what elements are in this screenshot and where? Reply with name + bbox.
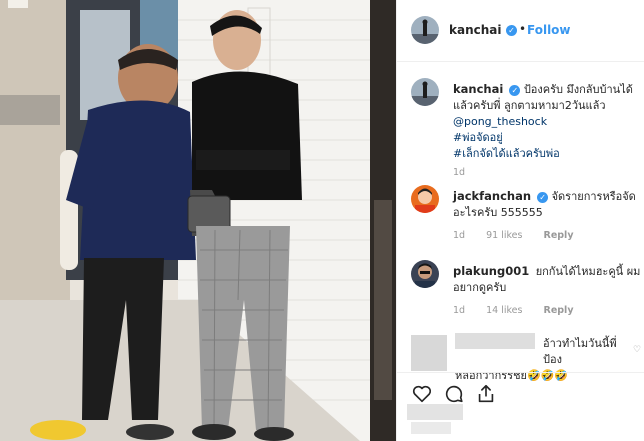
comment-meta: 1d 91 likes Reply: [453, 230, 592, 241]
share-icon: [478, 384, 494, 403]
post-caption: kanchai ✓ ป้องครับ มึงกลับบ้านได้แล้วครับ…: [411, 78, 639, 178]
post-image: [0, 0, 396, 441]
plakung001-avatar[interactable]: [411, 260, 439, 288]
blurred-likes-count: [407, 404, 463, 420]
reply-button[interactable]: Reply: [544, 230, 574, 241]
post-photo: [0, 0, 396, 441]
caption-mention-link[interactable]: @pong_theshock: [453, 114, 643, 130]
comment-likes[interactable]: 14 likes: [486, 305, 522, 316]
kanchai-avatar[interactable]: [411, 16, 439, 44]
heart-icon: [412, 385, 432, 403]
comment-timestamp: 1d: [453, 305, 466, 316]
share-icon[interactable]: [475, 383, 497, 405]
profile-avatar-icon: [411, 16, 439, 44]
comment-item: jackfanchan ✓ จัดรายการหรือจัดอะไรครับ 55…: [411, 185, 639, 245]
comment-text-block: jackfanchan ✓ จัดรายการหรือจัดอะไรครับ 55…: [453, 188, 643, 221]
verified-badge-icon: ✓: [506, 25, 517, 36]
caption-username[interactable]: kanchai: [453, 82, 503, 96]
hashtag-link-2[interactable]: #เล็กจัดได้แล้วครับพ่อ: [453, 146, 643, 162]
header-separator: •: [519, 22, 527, 36]
blurred-avatar: [411, 335, 447, 371]
comment-like-heart-icon[interactable]: ♡: [633, 345, 643, 355]
man-avatar-icon: [411, 260, 439, 288]
verified-badge-icon: ✓: [509, 84, 521, 96]
comment-item: อ้าวทำไมวันนี้พี่ป้อง หลอกวากรรชย🤣🤣🤣 ♡: [411, 333, 641, 382]
profile-avatar-icon: [411, 78, 439, 106]
caption-meta: 1d: [453, 167, 483, 178]
caption-avatar[interactable]: [411, 78, 439, 106]
reply-button[interactable]: Reply: [544, 305, 574, 316]
hashtag-link-1[interactable]: #พ่อจัดอยู่: [453, 130, 643, 146]
post-header: kanchai ✓ • Follow: [397, 0, 644, 62]
heart-icon[interactable]: [411, 383, 433, 405]
comment-username[interactable]: plakung001: [453, 264, 529, 278]
caption-timestamp: 1d: [453, 167, 466, 178]
comment-text-line-1: อ้าวทำไมวันนี้พี่ป้อง: [543, 337, 617, 366]
jackfanchan-avatar[interactable]: [411, 185, 439, 213]
comment-text-block: plakung001 ยกกันได้ไหมฮะคูนี้ ผมอยากดูคร…: [453, 263, 643, 296]
comment-likes[interactable]: 91 likes: [486, 230, 522, 241]
comment-icon: [445, 385, 463, 403]
comment-item: plakung001 ยกกันได้ไหมฮะคูนี้ ผมอยากดูคร…: [411, 260, 640, 320]
comment-timestamp: 1d: [453, 230, 466, 241]
follow-button[interactable]: Follow: [527, 23, 571, 37]
comment-icon[interactable]: [443, 383, 465, 405]
orange-avatar-icon: [411, 185, 439, 213]
post-side-panel: kanchai ✓ • Follow kanchai ✓ ป้องครับ มึง…: [396, 0, 644, 441]
blurred-post-time: [411, 422, 451, 434]
verified-badge-icon: ✓: [537, 191, 549, 203]
comment-username[interactable]: jackfanchan: [453, 189, 531, 203]
post-author-username[interactable]: kanchai: [449, 23, 502, 37]
caption-text-block: kanchai ✓ ป้องครับ มึงกลับบ้านได้แล้วครับ…: [453, 81, 643, 162]
comment-meta: 1d 14 likes Reply: [453, 305, 592, 316]
